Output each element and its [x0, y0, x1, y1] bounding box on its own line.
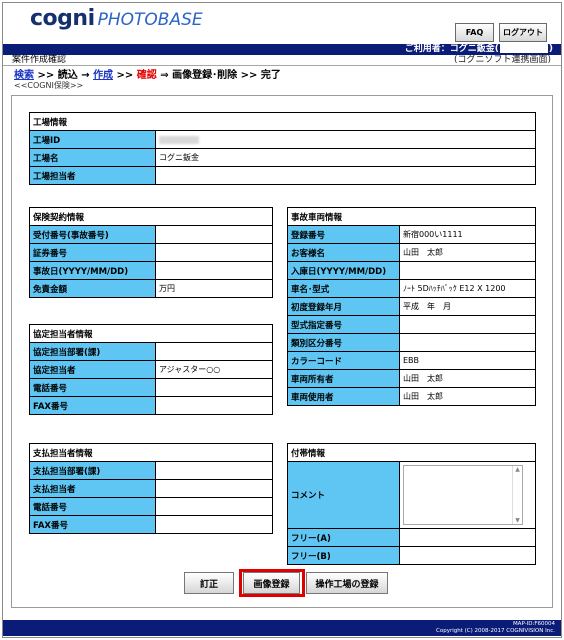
registration-number-label: 登録番号 [287, 225, 400, 244]
model-designation-label: 型式指定番号 [287, 315, 400, 334]
classification-number-value [399, 333, 536, 352]
free-b-value [399, 546, 536, 565]
payment-dept-label: 支払担当部署(課) [29, 461, 156, 480]
copyright: Copyright (C) 2008-2017 COGNIVISION Inc. [436, 628, 555, 634]
breadcrumb-current: 確認 [136, 70, 157, 81]
factory-staff-label: 工場担当者 [29, 166, 156, 185]
receipt-number-label: 受付番号(事故番号) [29, 225, 156, 244]
first-registration-label: 初度登録年月 [287, 297, 400, 316]
attached-info-header: 付帯情報 [287, 443, 536, 462]
breadcrumb-rest: ⇒ 画像登録･削除 >> 完了 [156, 70, 281, 81]
breadcrumb-sep: >> [113, 70, 137, 81]
payment-dept-value [155, 461, 273, 480]
adjuster-info-header: 協定担当者情報 [29, 324, 273, 343]
vehicle-info-table: 事故車両情報 登録番号 新宿000い1111 お客様名 山田 太郎 入庫日(YYYY… [287, 207, 536, 406]
adjuster-name-value: アジャスター○○ [155, 360, 273, 379]
insurance-info-header: 保険契約情報 [29, 207, 273, 226]
comment-scrollbar[interactable]: ▲ ▼ [512, 466, 522, 524]
comment-cell: ▲ ▼ [399, 461, 536, 529]
free-b-label: フリー(B) [287, 546, 400, 565]
registration-number-value: 新宿000い1111 [399, 225, 536, 244]
user-bar: ご利用者：コグニ鈑金() [3, 44, 561, 55]
adjuster-phone-label: 電話番号 [29, 378, 156, 397]
vehicle-user-label: 車両使用者 [287, 387, 400, 406]
accident-date-label: 事故日(YYYY/MM/DD) [29, 261, 156, 280]
image-register-highlight [239, 569, 305, 597]
payment-info-header: 支払担当者情報 [29, 443, 273, 462]
title-bar: 案件作成確認 (コグニソフト連携画面) [3, 55, 561, 66]
factory-register-button[interactable]: 操作工場の登録 [306, 572, 388, 594]
adjuster-fax-value [155, 396, 273, 415]
integration-note: (コグニソフト連携画面) [453, 55, 551, 65]
logo-photobase-text: PHOTOBASE [97, 10, 203, 30]
breadcrumb-create-link[interactable]: 作成 [93, 70, 113, 81]
factory-name-label: 工場名 [29, 148, 156, 167]
model-designation-value [399, 315, 536, 334]
deductible-value: 万円 [155, 279, 273, 298]
scroll-down-icon[interactable]: ▼ [515, 517, 520, 524]
adjuster-fax-label: FAX番号 [29, 396, 156, 415]
masked-factory-id [159, 135, 199, 144]
logo-cogni-text: cogni [30, 6, 95, 31]
customer-name-label: お客様名 [287, 243, 400, 262]
vehicle-owner-value: 山田 太郎 [399, 369, 536, 388]
adjuster-dept-label: 協定担当部署(課) [29, 342, 156, 361]
factory-info-header: 工場情報 [29, 112, 536, 131]
first-registration-value: 平成 年 月 [399, 297, 536, 316]
masked-user-id [499, 44, 548, 53]
attached-info-table: 付帯情報 コメント ▲ ▼ フリー(A) フリー(B) [287, 443, 536, 565]
free-a-label: フリー(A) [287, 528, 400, 547]
scroll-up-icon[interactable]: ▲ [515, 466, 520, 473]
vehicle-info-header: 事故車両情報 [287, 207, 536, 226]
comment-label: コメント [287, 461, 400, 529]
user-prefix: ご利用者：コグニ鈑金( [404, 44, 499, 54]
breadcrumb: 検索 >> 読込 → 作成 >> 確認 ⇒ 画像登録･削除 >> 完了 [14, 66, 281, 81]
insurer-label: <<COGNI保険>> [14, 81, 84, 90]
payment-fax-label: FAX番号 [29, 515, 156, 534]
adjuster-name-label: 協定担当者 [29, 360, 156, 379]
footer: MAP-ID:F60004 Copyright (C) 2008-2017 CO… [3, 620, 561, 636]
cogni-photobase-logo: cogni PHOTOBASE [30, 6, 203, 32]
factory-staff-value [155, 166, 536, 185]
accident-date-value [155, 261, 273, 280]
payment-staff-label: 支払担当者 [29, 479, 156, 498]
car-model-value: ﾉｰﾄ 5Dﾊｯﾁﾊﾞｯｸ E12 X 1200 [399, 279, 536, 298]
classification-number-label: 類別区分番号 [287, 333, 400, 352]
deductible-label: 免責金額 [29, 279, 156, 298]
customer-name-value: 山田 太郎 [399, 243, 536, 262]
logout-button[interactable]: ログアウト [499, 23, 547, 42]
faq-button[interactable]: FAQ [455, 23, 494, 42]
payment-phone-label: 電話番号 [29, 497, 156, 516]
color-code-label: カラーコード [287, 351, 400, 370]
color-code-value: EBB [399, 351, 536, 370]
factory-info-table: 工場情報 工場ID 工場名 コグニ鈑金 工場担当者 [29, 112, 536, 185]
map-id: MAP-ID:F60004 [512, 621, 555, 627]
vehicle-user-value: 山田 太郎 [399, 387, 536, 406]
payment-info-table: 支払担当者情報 支払担当部署(課) 支払担当者 電話番号 FAX番号 [29, 443, 273, 534]
entry-date-value [399, 261, 536, 280]
vehicle-owner-label: 車両所有者 [287, 369, 400, 388]
page-title: 案件作成確認 [12, 55, 67, 65]
policy-number-value [155, 243, 273, 262]
adjuster-phone-value [155, 378, 273, 397]
car-model-label: 車名･型式 [287, 279, 400, 298]
payment-staff-value [155, 479, 273, 498]
policy-number-label: 証券番号 [29, 243, 156, 262]
adjuster-dept-value [155, 342, 273, 361]
factory-id-value [155, 130, 536, 149]
free-a-value [399, 528, 536, 547]
insurance-info-table: 保険契約情報 受付番号(事故番号) 証券番号 事故日(YYYY/MM/DD) 免… [29, 207, 273, 298]
entry-date-label: 入庫日(YYYY/MM/DD) [287, 261, 400, 280]
factory-id-label: 工場ID [29, 130, 156, 149]
user-suffix: ) [548, 44, 553, 54]
adjuster-info-table: 協定担当者情報 協定担当部署(課) 協定担当者 アジャスター○○ 電話番号 FAX… [29, 324, 273, 415]
factory-name-value: コグニ鈑金 [155, 148, 536, 167]
payment-phone-value [155, 497, 273, 516]
receipt-number-value [155, 225, 273, 244]
correct-button[interactable]: 訂正 [184, 572, 234, 594]
payment-fax-value [155, 515, 273, 534]
comment-textarea[interactable]: ▲ ▼ [403, 465, 523, 525]
